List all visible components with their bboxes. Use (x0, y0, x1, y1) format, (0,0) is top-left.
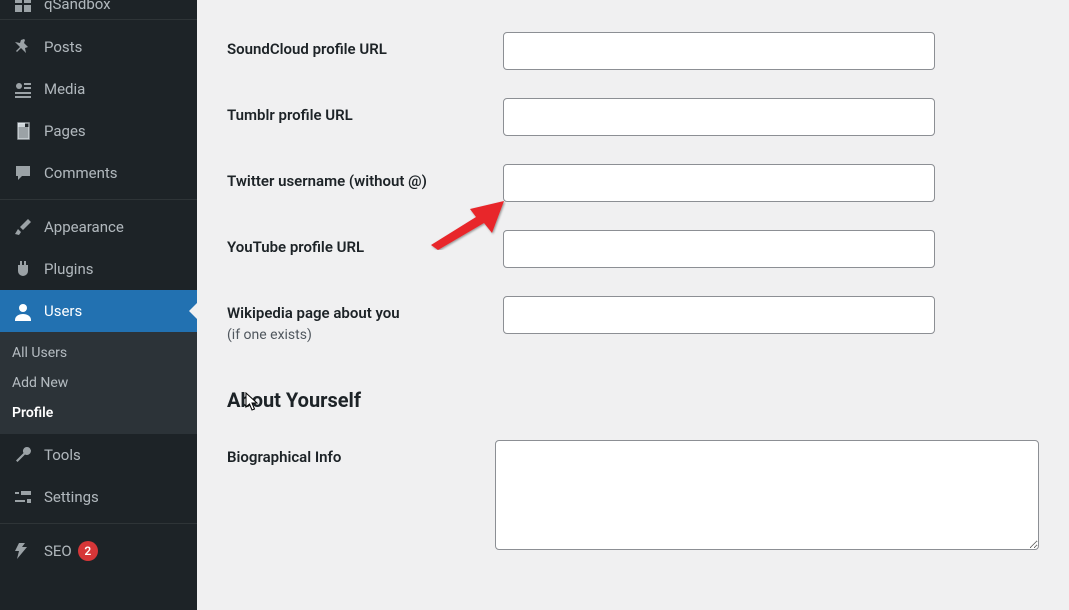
sidebar-item-pages[interactable]: Pages (0, 110, 197, 152)
sidebar-separator (0, 194, 197, 200)
admin-sidebar: qSandbox Posts Media Pages Comments Appe… (0, 0, 197, 610)
form-row-twitter: Twitter username (without @) (227, 164, 1039, 202)
sidebar-item-media[interactable]: Media (0, 68, 197, 110)
sidebar-item-label: Tools (44, 446, 81, 464)
media-icon (12, 78, 34, 100)
youtube-input[interactable] (503, 230, 935, 268)
about-yourself-heading: About Yourself (227, 388, 1039, 412)
form-row-bio: Biographical Info (227, 440, 1039, 550)
bio-textarea[interactable] (495, 440, 1039, 550)
submenu-all-users[interactable]: All Users (0, 338, 197, 368)
sidebar-item-label: Pages (44, 122, 86, 140)
tumblr-input[interactable] (503, 98, 935, 136)
twitter-input[interactable] (503, 164, 935, 202)
sidebar-separator (0, 14, 197, 20)
form-row-youtube: YouTube profile URL (227, 230, 1039, 268)
wikipedia-label: Wikipedia page about you (if one exists) (227, 296, 503, 344)
user-icon (12, 300, 34, 322)
sidebar-item-label: Appearance (44, 218, 124, 236)
sidebar-item-label: qSandbox (44, 0, 111, 13)
wikipedia-label-text: Wikipedia page about you (227, 304, 400, 322)
twitter-label: Twitter username (without @) (227, 164, 503, 192)
plug-icon (12, 258, 34, 280)
form-row-soundcloud: SoundCloud profile URL (227, 32, 1039, 70)
users-submenu: All Users Add New Profile (0, 332, 197, 434)
sidebar-item-label: Users (44, 302, 82, 320)
sidebar-item-label: SEO (44, 542, 72, 560)
submenu-add-new[interactable]: Add New (0, 368, 197, 398)
sidebar-item-label: Media (44, 80, 85, 98)
tumblr-label: Tumblr profile URL (227, 98, 503, 126)
wikipedia-sublabel: (if one exists) (227, 326, 503, 344)
pages-icon (12, 120, 34, 142)
seo-badge: 2 (78, 541, 98, 561)
form-row-wikipedia: Wikipedia page about you (if one exists) (227, 296, 1039, 344)
main-content: SoundCloud profile URL Tumblr profile UR… (197, 0, 1069, 610)
submenu-label: Add New (12, 375, 68, 391)
bio-label: Biographical Info (227, 440, 495, 468)
sidebar-item-qsandbox[interactable]: qSandbox (0, 0, 197, 14)
brush-icon (12, 216, 34, 238)
submenu-profile[interactable]: Profile (0, 398, 197, 428)
sidebar-item-tools[interactable]: Tools (0, 434, 197, 476)
sidebar-item-label: Plugins (44, 260, 93, 278)
youtube-label: YouTube profile URL (227, 230, 503, 258)
sidebar-item-label: Posts (44, 38, 82, 56)
pin-icon (12, 36, 34, 58)
sidebar-item-label: Comments (44, 164, 118, 182)
sidebar-item-comments[interactable]: Comments (0, 152, 197, 194)
wikipedia-input[interactable] (503, 296, 935, 334)
sliders-icon (12, 486, 34, 508)
wrench-icon (12, 444, 34, 466)
sidebar-item-plugins[interactable]: Plugins (0, 248, 197, 290)
seo-icon (12, 540, 34, 562)
sidebar-item-posts[interactable]: Posts (0, 26, 197, 68)
soundcloud-label: SoundCloud profile URL (227, 32, 503, 60)
dashboard-icon (12, 0, 34, 14)
form-row-tumblr: Tumblr profile URL (227, 98, 1039, 136)
sidebar-separator (0, 518, 197, 524)
sidebar-item-seo[interactable]: SEO 2 (0, 530, 197, 572)
sidebar-item-label: Settings (44, 488, 99, 506)
submenu-label: All Users (12, 345, 67, 361)
comment-icon (12, 162, 34, 184)
sidebar-item-appearance[interactable]: Appearance (0, 206, 197, 248)
sidebar-item-settings[interactable]: Settings (0, 476, 197, 518)
submenu-label: Profile (12, 405, 53, 421)
sidebar-item-users[interactable]: Users (0, 290, 197, 332)
soundcloud-input[interactable] (503, 32, 935, 70)
